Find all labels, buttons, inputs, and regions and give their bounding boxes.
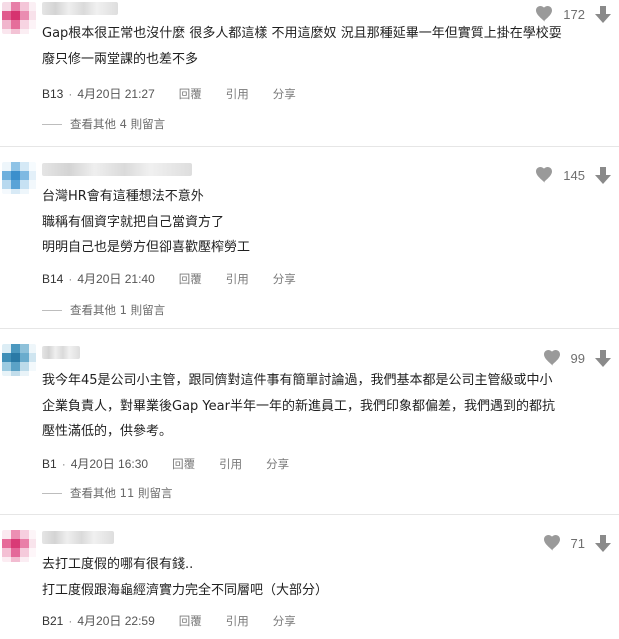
floor-number: B21 <box>42 613 64 628</box>
arrow-down-icon[interactable] <box>595 166 611 184</box>
meta-separator: · <box>68 271 73 286</box>
floor-number: B13 <box>42 86 64 101</box>
comment-body: Gap根本很正常也沒什麼 很多人都這樣 不用這麼奴 況且那種延畢一年但實質上掛在… <box>42 21 562 72</box>
meta-separator: · <box>68 86 73 101</box>
comment-line: 企業負責人，對畢業後Gap Year半年一年的新進員工，我們印象都偏差，我們遇到… <box>42 398 555 414</box>
author-name-redacted <box>42 2 118 15</box>
more-replies-link[interactable]: 查看其他 4 則留言 <box>42 116 165 132</box>
share-button[interactable]: 分享 <box>273 271 296 287</box>
avatar[interactable] <box>2 530 36 562</box>
avatar[interactable] <box>2 344 36 376</box>
arrow-down-icon[interactable] <box>595 534 611 552</box>
more-replies-link[interactable]: 查看其他 1 則留言 <box>42 302 165 318</box>
like-button[interactable]: 71 <box>543 535 585 551</box>
avatar[interactable] <box>2 162 36 194</box>
like-button[interactable]: 99 <box>543 350 585 366</box>
avatar[interactable] <box>2 2 36 34</box>
comment-meta: B21 · 4月20日 22:59 回覆 引用 分享 <box>42 612 296 629</box>
comment-line: 明明自己也是勞方但卻喜歡壓榨勞工 <box>42 240 251 255</box>
comment-line: 去打工度假的哪有很有錢.. <box>42 557 194 572</box>
comment-line: 職稱有個資字就把自己當資方了 <box>42 214 225 230</box>
comment-line: Gap根本很正常也沒什麼 很多人都這樣 不用這麼奴 況且那種延畢一年但實質上掛在… <box>42 26 562 41</box>
comment-meta: B13 · 4月20日 21:27 回覆 引用 分享 <box>42 85 296 102</box>
divider-dash <box>42 492 62 494</box>
like-area: 71 <box>543 529 611 557</box>
timestamp: 4月20日 21:27 <box>77 87 155 101</box>
floor-number: B14 <box>42 271 64 286</box>
more-replies-label: 查看其他 11 則留言 <box>70 486 173 500</box>
comment-line: 廢只修一兩堂課的也差不多 <box>42 51 199 67</box>
arrow-down-icon[interactable] <box>595 349 611 367</box>
meta-separator: · <box>68 613 73 628</box>
like-area: 145 <box>535 161 611 189</box>
like-button[interactable]: 172 <box>535 6 585 22</box>
comment-body: 去打工度假的哪有很有錢.. 打工度假跟海龜經濟實力完全不同層吧（大部分） <box>42 552 328 603</box>
comment-line: 台灣HR會有這種想法不意外 <box>42 189 204 204</box>
comment-line: 打工度假跟海龜經濟實力完全不同層吧（大部分） <box>42 582 329 598</box>
like-count: 71 <box>570 535 585 551</box>
quote-button[interactable]: 引用 <box>226 86 249 102</box>
more-replies-label: 查看其他 1 則留言 <box>70 303 166 317</box>
timestamp: 4月20日 21:40 <box>77 272 155 286</box>
floor-number: B1 <box>42 456 57 471</box>
comment-body: 台灣HR會有這種想法不意外 職稱有個資字就把自己當資方了 明明自己也是勞方但卻喜… <box>42 184 250 261</box>
like-button[interactable]: 145 <box>535 167 585 183</box>
heart-icon <box>535 167 553 183</box>
timestamp: 4月20日 22:59 <box>77 614 155 628</box>
arrow-down-icon[interactable] <box>595 5 611 23</box>
quote-button[interactable]: 引用 <box>226 613 249 629</box>
like-count: 145 <box>563 167 585 183</box>
comment-divider <box>0 328 619 329</box>
share-button[interactable]: 分享 <box>266 456 289 472</box>
reply-button[interactable]: 回覆 <box>179 613 202 629</box>
share-button[interactable]: 分享 <box>273 86 296 102</box>
comment-divider <box>0 514 619 515</box>
quote-button[interactable]: 引用 <box>219 456 242 472</box>
like-count: 99 <box>570 350 585 366</box>
comment-divider <box>0 146 619 147</box>
author-name-redacted <box>42 346 80 359</box>
more-replies-link[interactable]: 查看其他 11 則留言 <box>42 485 172 501</box>
comment-line: 我今年45是公司小主管，跟同儕對這件事有簡單討論過，我們基本都是公司主管級或中小 <box>42 373 553 388</box>
heart-icon <box>535 6 553 22</box>
author-name-redacted <box>42 531 114 544</box>
heart-icon <box>543 535 561 551</box>
comment-body: 我今年45是公司小主管，跟同儕對這件事有簡單討論過，我們基本都是公司主管級或中小… <box>42 368 555 445</box>
divider-dash <box>42 123 62 125</box>
reply-button[interactable]: 回覆 <box>172 456 195 472</box>
like-count: 172 <box>563 6 585 22</box>
author-name-redacted <box>42 163 192 176</box>
share-button[interactable]: 分享 <box>273 613 296 629</box>
reply-button[interactable]: 回覆 <box>179 86 202 102</box>
comment-meta: B14 · 4月20日 21:40 回覆 引用 分享 <box>42 270 296 287</box>
divider-dash <box>42 309 62 311</box>
comment-line: 壓性滿低的，供參考。 <box>42 424 173 439</box>
more-replies-label: 查看其他 4 則留言 <box>70 117 166 131</box>
comment-meta: B1 · 4月20日 16:30 回覆 引用 分享 <box>42 455 289 472</box>
heart-icon <box>543 350 561 366</box>
meta-separator: · <box>61 456 66 471</box>
timestamp: 4月20日 16:30 <box>70 457 149 471</box>
quote-button[interactable]: 引用 <box>226 271 249 287</box>
reply-button[interactable]: 回覆 <box>179 271 202 287</box>
